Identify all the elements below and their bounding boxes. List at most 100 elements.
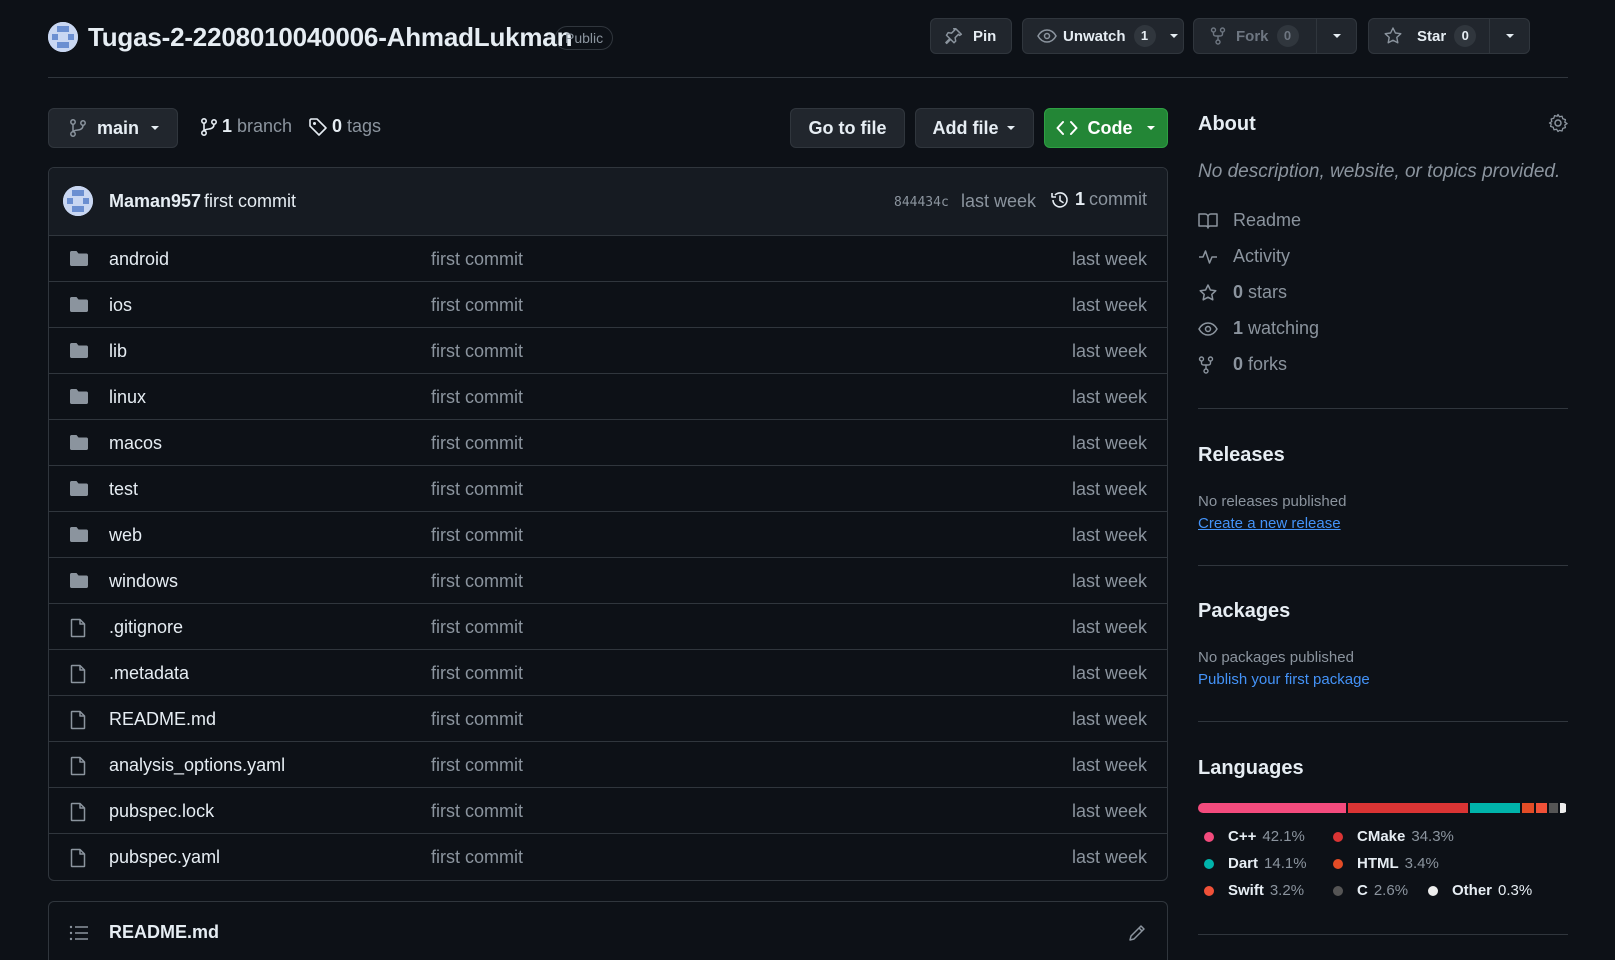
chevron-down-icon[interactable] xyxy=(1168,32,1180,40)
owner-avatar[interactable] xyxy=(48,22,78,52)
file-name-link[interactable]: web xyxy=(109,525,142,546)
file-commit-message[interactable]: first commit xyxy=(431,801,523,822)
file-name-link[interactable]: lib xyxy=(109,341,127,362)
language-item[interactable]: HTML 3.4% xyxy=(1333,855,1439,872)
tags-link[interactable]: 0 tags xyxy=(308,116,381,137)
file-row[interactable]: web first commit last week xyxy=(49,512,1167,558)
file-row[interactable]: test first commit last week xyxy=(49,466,1167,512)
star-button[interactable]: Star 0 xyxy=(1368,18,1530,54)
packages-heading[interactable]: Packages xyxy=(1198,600,1290,623)
file-commit-message[interactable]: first commit xyxy=(431,709,523,730)
language-item[interactable]: C++ 42.1% xyxy=(1204,828,1305,845)
file-commit-message[interactable]: first commit xyxy=(431,663,523,684)
activity-link[interactable]: Activity xyxy=(1198,246,1290,267)
languages-bar xyxy=(1198,803,1568,813)
file-name-link[interactable]: .metadata xyxy=(109,663,189,684)
star-dropdown-caret[interactable] xyxy=(1489,19,1529,53)
file-row[interactable]: ios first commit last week xyxy=(49,282,1167,328)
add-file-button[interactable]: Add file xyxy=(915,108,1034,148)
file-commit-message[interactable]: first commit xyxy=(431,847,523,868)
language-percent: 34.3% xyxy=(1411,828,1454,845)
branches-link[interactable]: 1 branch xyxy=(200,116,292,137)
branches-count: 1 xyxy=(222,116,233,136)
fork-button[interactable]: Fork 0 xyxy=(1193,18,1357,54)
file-row[interactable]: lib first commit last week xyxy=(49,328,1167,374)
watching-count: 1 xyxy=(1233,318,1244,338)
file-name-link[interactable]: pubspec.yaml xyxy=(109,847,220,868)
language-item[interactable]: Dart 14.1% xyxy=(1204,855,1307,872)
file-name-link[interactable]: analysis_options.yaml xyxy=(109,755,285,776)
file-commit-message[interactable]: first commit xyxy=(431,525,523,546)
file-name-link[interactable]: linux xyxy=(109,387,146,408)
commit-sha-link[interactable]: 844434c xyxy=(894,195,949,210)
chevron-down-icon xyxy=(149,124,161,132)
tags-count: 0 xyxy=(332,116,343,136)
gear-icon[interactable] xyxy=(1548,113,1568,133)
eye-icon xyxy=(1198,321,1220,337)
file-name-link[interactable]: .gitignore xyxy=(109,617,183,638)
watch-button[interactable]: Unwatch 1 xyxy=(1022,18,1184,54)
file-commit-message[interactable]: first commit xyxy=(431,387,523,408)
language-item[interactable]: C 2.6% xyxy=(1333,882,1408,899)
file-commit-message[interactable]: first commit xyxy=(431,755,523,776)
file-commit-message[interactable]: first commit xyxy=(431,571,523,592)
file-row[interactable]: macos first commit last week xyxy=(49,420,1167,466)
fork-icon xyxy=(1198,355,1220,374)
file-commit-time: last week xyxy=(1071,663,1147,683)
file-name-link[interactable]: test xyxy=(109,479,138,500)
file-row[interactable]: linux first commit last week xyxy=(49,374,1167,420)
language-name: Dart xyxy=(1228,855,1259,872)
forks-link[interactable]: 0 forks xyxy=(1198,354,1287,375)
git-branch-icon xyxy=(200,117,218,137)
language-item[interactable]: Swift 3.2% xyxy=(1204,882,1304,899)
file-row[interactable]: .gitignore first commit last week xyxy=(49,604,1167,650)
watchers-link[interactable]: 1 watching xyxy=(1198,318,1319,339)
pencil-icon[interactable] xyxy=(1127,923,1147,943)
forks-count: 0 xyxy=(1233,354,1244,374)
file-name-link[interactable]: pubspec.lock xyxy=(109,801,214,822)
fork-dropdown-caret[interactable] xyxy=(1316,19,1356,53)
file-row[interactable]: analysis_options.yaml first commit last we… xyxy=(49,742,1167,788)
file-commit-message[interactable]: first commit xyxy=(431,479,523,500)
branch-select-button[interactable]: main xyxy=(48,108,178,148)
code-button[interactable]: Code xyxy=(1044,108,1168,148)
readme-link[interactable]: Readme xyxy=(1198,210,1301,231)
file-name-link[interactable]: macos xyxy=(109,433,162,454)
language-item[interactable]: CMake 34.3% xyxy=(1333,828,1454,845)
file-commit-message[interactable]: first commit xyxy=(431,295,523,316)
language-bar-segment xyxy=(1560,803,1566,813)
commit-message-link[interactable]: first commit xyxy=(204,191,296,212)
commit-author-link[interactable]: Maman957 xyxy=(109,191,201,212)
star-label: Star xyxy=(1417,27,1447,45)
language-item[interactable]: Other 0.3% xyxy=(1428,882,1532,899)
file-name-link[interactable]: android xyxy=(109,249,169,270)
file-name-link[interactable]: README.md xyxy=(109,709,216,730)
file-row[interactable]: pubspec.lock first commit last week xyxy=(49,788,1167,834)
list-unordered-icon[interactable] xyxy=(69,924,89,942)
stars-count: 0 xyxy=(1233,282,1244,302)
file-name-link[interactable]: windows xyxy=(109,571,178,592)
file-row[interactable]: .metadata first commit last week xyxy=(49,650,1167,696)
go-to-file-button[interactable]: Go to file xyxy=(790,108,905,148)
releases-heading[interactable]: Releases xyxy=(1198,444,1285,467)
file-commit-message[interactable]: first commit xyxy=(431,249,523,270)
file-commit-message[interactable]: first commit xyxy=(431,433,523,454)
create-release-link[interactable]: Create a new release xyxy=(1198,515,1341,532)
pin-button[interactable]: Pin xyxy=(930,18,1012,54)
language-percent: 14.1% xyxy=(1264,855,1307,872)
language-name: C xyxy=(1357,882,1368,899)
commit-history-link[interactable]: 1 commit xyxy=(1050,189,1147,210)
file-row[interactable]: windows first commit last week xyxy=(49,558,1167,604)
repo-name-link[interactable]: Tugas-2-2208010040006-AhmadLukman xyxy=(88,22,572,53)
file-commit-message[interactable]: first commit xyxy=(431,617,523,638)
file-commit-message[interactable]: first commit xyxy=(431,341,523,362)
commit-time: last week xyxy=(961,191,1037,211)
publish-package-link[interactable]: Publish your first package xyxy=(1198,671,1370,688)
commit-author-avatar[interactable] xyxy=(63,186,93,216)
history-icon xyxy=(1050,190,1070,210)
file-name-link[interactable]: ios xyxy=(109,295,132,316)
file-row[interactable]: pubspec.yaml first commit last week xyxy=(49,834,1167,880)
file-row[interactable]: README.md first commit last week xyxy=(49,696,1167,742)
stars-link[interactable]: 0 stars xyxy=(1198,282,1287,303)
file-row[interactable]: android first commit last week xyxy=(49,236,1167,282)
